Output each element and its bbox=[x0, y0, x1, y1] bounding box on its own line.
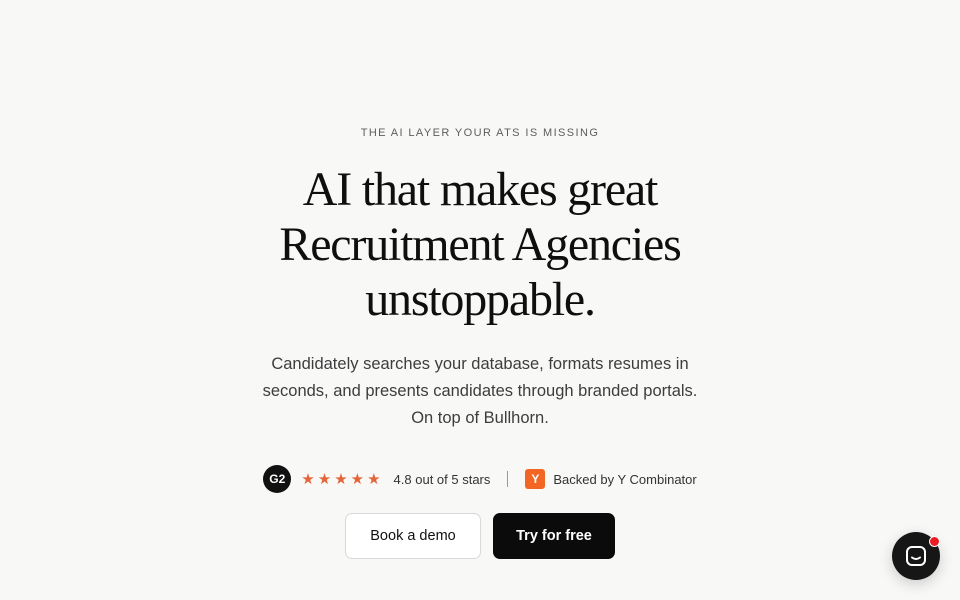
social-proof-row: G2 ★ ★ ★ ★ ★ 4.8 out of 5 stars Y Backed… bbox=[0, 464, 960, 494]
headline-line-1: AI that makes great bbox=[302, 163, 659, 216]
notification-dot bbox=[929, 536, 940, 547]
star-icon: ★ bbox=[334, 470, 348, 488]
star-icon: ★ bbox=[317, 470, 332, 488]
hero-subtitle: Candidately searches your database, form… bbox=[262, 355, 698, 427]
rating-stars: ★ ★ ★ ★ ★ bbox=[301, 472, 383, 487]
chat-launcher-button[interactable] bbox=[892, 532, 940, 580]
star-icon: ★ bbox=[350, 470, 365, 488]
hero-headline: AI that makes great Recruitment Agencies… bbox=[0, 162, 960, 327]
star-icon: ★ bbox=[301, 470, 315, 488]
headline-line-2: Recruitment Agencies bbox=[279, 218, 681, 271]
headline-line-3: unstoppable. bbox=[365, 273, 596, 326]
cta-group: Book a demo Try for free bbox=[0, 513, 960, 559]
try-free-button[interactable]: Try for free bbox=[493, 513, 615, 559]
chat-bubble-icon bbox=[906, 546, 926, 566]
eyebrow-text: THE AI LAYER YOUR ATS IS MISSING bbox=[360, 127, 600, 139]
g2-logo: G2 bbox=[263, 465, 292, 493]
y-combinator-logo: Y bbox=[525, 469, 546, 489]
book-demo-button[interactable]: Book a demo bbox=[345, 513, 481, 559]
backed-by-text: Backed by Y Combinator bbox=[553, 471, 697, 487]
star-icon: ★ bbox=[367, 470, 381, 488]
landing-page: THE AI LAYER YOUR ATS IS MISSING AI that… bbox=[0, 0, 960, 600]
divider bbox=[507, 471, 509, 487]
rating-text: 4.8 out of 5 stars bbox=[393, 471, 491, 487]
